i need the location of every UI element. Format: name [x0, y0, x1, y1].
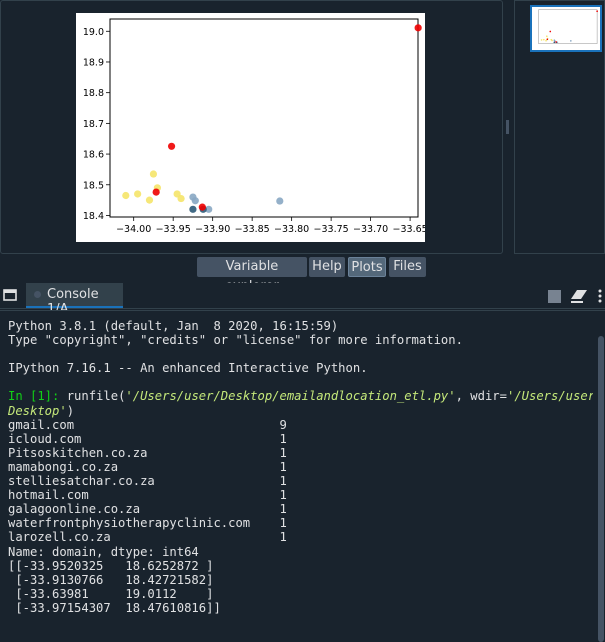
data-point [191, 197, 199, 205]
output-line: [-33.97154307 18.47610816]] [8, 600, 221, 615]
y-tick-label: 18.4 [83, 211, 104, 222]
output-line: stelliesatchar.co.za 1 [8, 474, 287, 489]
banner-line: Python 3.8.1 (default, Jan 8 2020, 16:15… [8, 319, 339, 333]
y-tick-label: 18.6 [83, 150, 104, 161]
y-tick-label: 18.5 [83, 180, 104, 191]
window-icon[interactable] [3, 289, 17, 301]
data-point [134, 190, 142, 198]
console-scrollbar[interactable] [598, 336, 604, 642]
console-status-icon [34, 291, 41, 298]
output-line: icloud.com 1 [8, 431, 287, 446]
command-func: runfile( [59, 389, 126, 404]
tab-files[interactable]: Files [389, 257, 426, 277]
tab-plots[interactable]: Plots [348, 257, 386, 277]
output-line: larozell.co.za 1 [8, 530, 287, 545]
thumbnail-point [553, 41, 556, 44]
output-line: hotmail.com 1 [8, 488, 287, 503]
thumbnail-point [545, 35, 548, 38]
x-tick-label: −33.65 [393, 224, 425, 235]
data-point [145, 196, 154, 204]
command-wdir-cont: Desktop' [8, 403, 67, 418]
console-text: Python 3.8.1 (default, Jan 8 2020, 16:15… [8, 319, 593, 615]
thumbnail-point [596, 10, 598, 13]
thumbnail-point [553, 39, 556, 42]
thumbnail-point [549, 30, 552, 33]
thumbnail-point [570, 40, 572, 42]
x-tick-label: −33.70 [353, 224, 388, 235]
banner-line: Type "copyright", "credits" or "license"… [8, 333, 463, 348]
tab-help[interactable]: Help [309, 257, 345, 277]
console-header: Console 1/A [0, 283, 605, 317]
plot-image: −34.00 −33.95 −33.90 −33.85 −33.80 −33.75 −33.… [76, 13, 425, 242]
data-point [177, 194, 185, 203]
output-line: galagoonline.co.za 1 [8, 502, 287, 517]
output-line: Name: domain, dtype: int64 [8, 544, 199, 559]
plot-thumbnail[interactable] [530, 5, 602, 52]
options-menu-icon[interactable] [597, 289, 603, 303]
data-point [122, 191, 130, 200]
data-point [276, 197, 284, 205]
x-tick-label: −33.95 [156, 224, 191, 235]
output-line: Pitsoskitchen.co.za 1 [8, 445, 287, 460]
thumbnail-point [546, 38, 549, 41]
data-point [198, 203, 206, 211]
splitter-handle[interactable] [506, 120, 509, 134]
thumbnail-point [542, 38, 545, 41]
y-tick-label: 18.8 [83, 88, 104, 99]
x-tick-label: −33.90 [195, 224, 230, 235]
pane-tabbar: Variable explorer Help Plots Files [0, 255, 605, 294]
banner-line: IPython 7.16.1 -- An enhanced Interactiv… [8, 361, 368, 376]
thumbnail-point [551, 39, 553, 42]
data-point [189, 205, 197, 213]
plot-points [122, 24, 422, 213]
output-line: mamabongi.co.za 1 [8, 459, 287, 474]
command-close: ) [66, 403, 75, 418]
x-tick-label: −33.80 [274, 224, 309, 235]
tab-console-1a[interactable]: Console 1/A [26, 283, 123, 317]
y-tick-label: 19.0 [83, 27, 104, 38]
thumbnail-point [545, 39, 547, 42]
output-line: gmail.com 9 [8, 417, 287, 432]
output-line: [-33.63981 19.0112 ] [8, 586, 214, 601]
console-output: gmail.com 9 icloud.com 1 Pitsoskitchen.c… [8, 418, 287, 615]
console-output-area[interactable]: Python 3.8.1 (default, Jan 8 2020, 16:15… [0, 310, 605, 642]
data-point [167, 142, 176, 150]
y-tick-label: 18.9 [83, 57, 104, 68]
tab-variable-explorer[interactable]: Variable explorer [197, 257, 307, 294]
input-prompt: In [1]: [8, 389, 60, 404]
x-tick-label: −33.85 [235, 224, 270, 235]
y-tick-label: 18.7 [83, 119, 104, 130]
data-point [149, 170, 158, 178]
output-line: [-33.9130766 18.42721582] [8, 572, 214, 587]
thumbnail-point [555, 41, 557, 43]
data-point [152, 188, 160, 196]
output-line: waterfrontphysiotherapyclinic.com 1 [8, 516, 287, 531]
x-tick-label: −34.00 [116, 224, 151, 235]
stop-icon[interactable] [548, 290, 561, 303]
command-wdir: '/Users/user/ [506, 389, 593, 404]
command-path: '/Users/user/Desktop/emailandlocation_et… [125, 389, 456, 404]
x-tick-label: −33.75 [314, 224, 349, 235]
eraser-icon[interactable] [571, 290, 587, 303]
plot-axes: −34.00 −33.95 −33.90 −33.85 −33.80 −33.75 −33.… [83, 18, 425, 235]
data-point [414, 24, 422, 32]
output-line: [[-33.9520325 18.6252872 ] [8, 558, 214, 573]
thumbnail-point [540, 39, 543, 41]
command-sep: , wdir= [455, 389, 507, 404]
